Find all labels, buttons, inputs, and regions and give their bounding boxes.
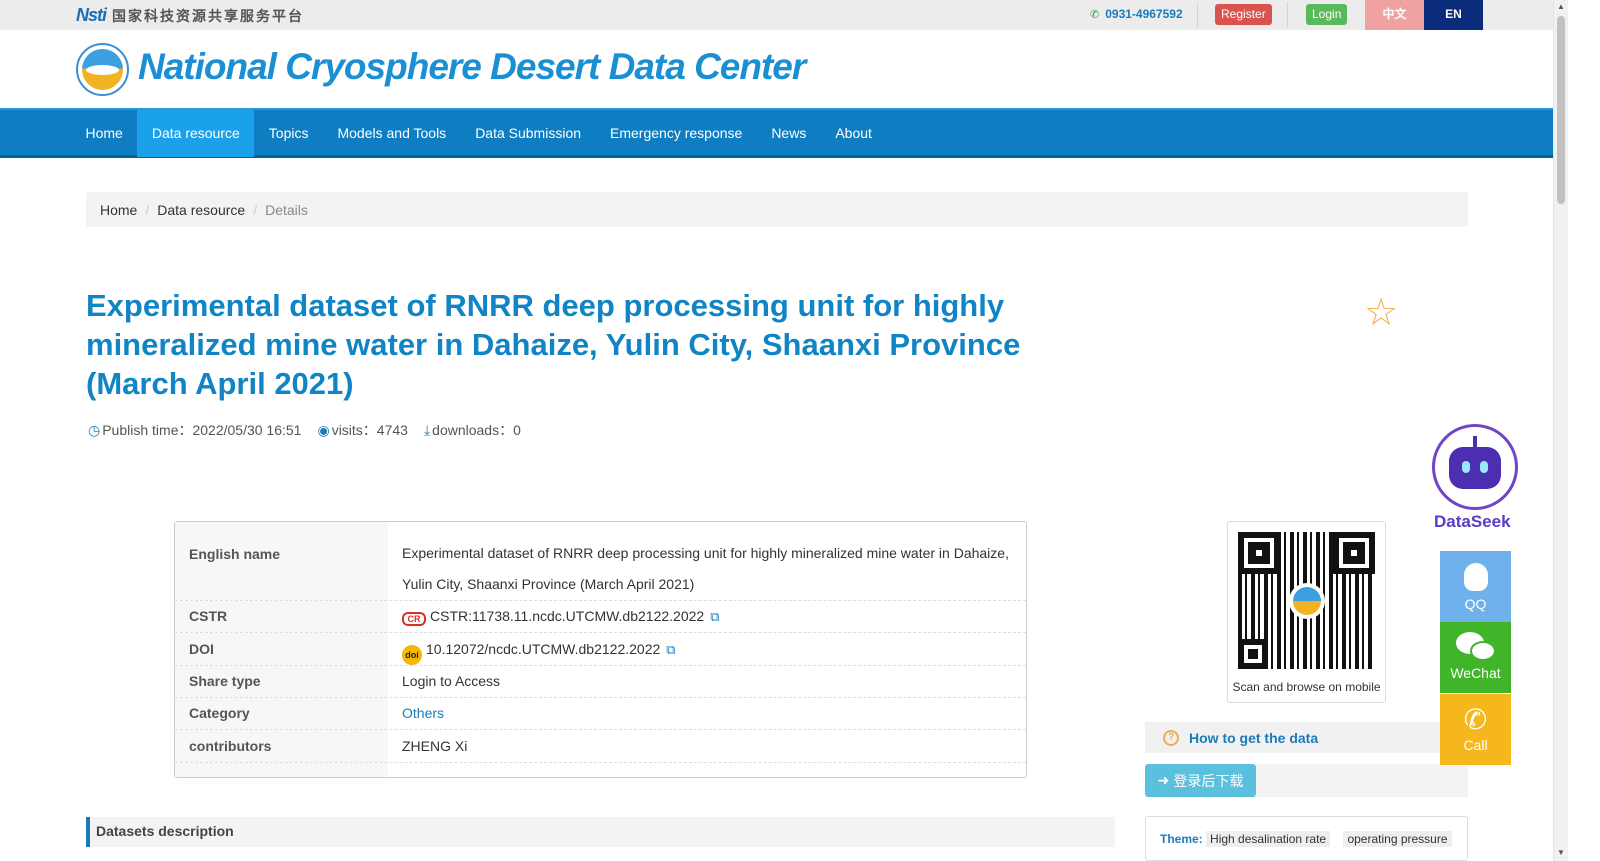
info-label: Category (175, 698, 388, 729)
dataset-meta: ◷ Publish time：2022/05/30 16:51 ◉ visits：4… (88, 420, 521, 440)
info-row-english-name: English name Experimental dataset of RNR… (175, 522, 1026, 601)
external-link-icon[interactable]: ⧉ (666, 642, 675, 657)
download-icon: ⤓ (423, 422, 431, 438)
scroll-down-arrow[interactable]: ▼ (1557, 848, 1565, 857)
visits-count: ◉ visits：4743 (317, 422, 408, 438)
info-value: Login to Access (402, 673, 501, 689)
info-value: CR CSTR:11738.11.ncdc.UTCMW.db2122.2022 ⧉ (402, 601, 1016, 632)
downloads-count: ⤓ downloads：0 (423, 422, 521, 438)
language-chinese-button[interactable]: 中文 (1365, 0, 1424, 30)
nav-item-models-and-tools[interactable]: Models and Tools (323, 110, 461, 157)
login-button[interactable]: Login (1306, 4, 1348, 25)
nav-item-news[interactable]: News (757, 110, 821, 157)
qq-contact-button[interactable]: QQ (1440, 551, 1511, 622)
breadcrumb-home[interactable]: Home (100, 202, 137, 218)
info-row-doi: DOI doi 10.12072/ncdc.UTCMW.db2122.2022 ⧉ (175, 633, 1026, 666)
info-label: DOI (175, 633, 388, 665)
info-label: Share type (175, 666, 388, 697)
eye-icon: ◉ (317, 422, 330, 438)
question-icon: ? (1163, 729, 1179, 746)
portal-name: 国家科技资源共享服务平台 (112, 8, 305, 25)
info-row-share-type: Share type Login to Access (175, 666, 1026, 698)
dataseek-label: DataSeek (1434, 512, 1511, 531)
site-header: National Cryosphere Desert Data Center (0, 30, 1553, 108)
call-contact-button[interactable]: ✆ Call (1440, 694, 1511, 765)
theme-label: Theme: (1160, 832, 1203, 846)
breadcrumb-separator: / (145, 201, 150, 218)
info-value: doi 10.12072/ncdc.UTCMW.db2122.2022 ⧉ (402, 633, 1016, 666)
qq-icon (1463, 563, 1488, 591)
wechat-contact-button[interactable]: WeChat (1440, 622, 1511, 693)
nav-item-data-resource[interactable]: Data resource (137, 110, 255, 157)
external-link-icon[interactable]: ⧉ (710, 609, 719, 624)
breadcrumb: Home / Data resource / Details (86, 192, 1468, 227)
star-icon[interactable]: ☆ (1364, 294, 1398, 332)
sign-in-icon: ➜ (1157, 772, 1170, 788)
scroll-up-arrow[interactable]: ▲ (1557, 2, 1565, 11)
wechat-icon (1455, 632, 1496, 662)
clock-icon: ◷ (88, 422, 101, 438)
mobile-qr-card: Scan and browse on mobile (1227, 521, 1386, 703)
nsti-mark: Nsti (76, 5, 107, 25)
register-button[interactable]: Register (1215, 4, 1272, 25)
info-label: CSTR (175, 601, 388, 632)
dataset-info-table: English name Experimental dataset of RNR… (174, 521, 1027, 778)
info-value: Experimental dataset of RNRR deep proces… (402, 545, 1009, 592)
info-label: English name (175, 522, 388, 600)
phone-call-icon: ✆ (1463, 704, 1488, 735)
how-to-get-data[interactable]: ? How to get the data (1145, 722, 1445, 753)
nav-item-topics[interactable]: Topics (254, 110, 323, 157)
info-row-cstr: CSTR CR CSTR:11738.11.ncdc.UTCMW.db2122.2… (175, 601, 1026, 633)
phone-icon: ✆ (1090, 8, 1100, 21)
divider (1287, 2, 1288, 28)
datasets-description-heading: Datasets description (86, 817, 1115, 847)
language-english-button[interactable]: EN (1424, 0, 1483, 30)
hotline-number: 0931-4967592 (1105, 7, 1183, 21)
download-panel (1256, 764, 1468, 797)
breadcrumb-current: Details (265, 201, 308, 218)
info-label: contributors (175, 730, 388, 762)
qr-caption: Scan and browse on mobile (1232, 680, 1381, 694)
info-row-contributors: contributors ZHENG Xi (175, 730, 1026, 763)
doi-identifier[interactable]: 10.12072/ncdc.UTCMW.db2122.2022 (426, 641, 660, 657)
doi-logo: doi (402, 645, 422, 665)
info-row-category: Category Others (175, 698, 1026, 730)
scroll-thumb[interactable] (1557, 16, 1565, 204)
main-nav: Home Data resource Topics Models and Tools D… (0, 108, 1553, 158)
top-bar: Nsti 国家科技资源共享服务平台 ✆ 0931-4967592 Registe… (0, 0, 1553, 30)
dataset-title: Experimental dataset of RNRR deep proces… (86, 288, 1021, 401)
publish-time: ◷ Publish time：2022/05/30 16:51 (88, 422, 302, 438)
cstr-logo: CR (402, 612, 426, 626)
nav-item-home[interactable]: Home (71, 110, 137, 157)
info-value: ZHENG Xi (402, 738, 468, 754)
hotline: ✆ 0931-4967592 (1090, 7, 1183, 21)
category-link[interactable]: Others (402, 698, 1016, 729)
theme-keywords: Theme: High desalination rate operating … (1145, 816, 1468, 861)
dataseek-assistant[interactable]: DataSeek (1432, 424, 1524, 532)
login-to-download-button[interactable]: ➜ 登录后下载 (1145, 764, 1256, 797)
theme-tag[interactable]: High desalination rate (1206, 831, 1331, 847)
info-row-spacer (175, 763, 1026, 777)
qr-code (1238, 532, 1375, 669)
breadcrumb-data-resource[interactable]: Data resource (157, 202, 245, 218)
site-title[interactable]: National Cryosphere Desert Data Center (138, 46, 806, 88)
theme-tag[interactable]: operating pressure (1343, 831, 1452, 847)
robot-icon (1432, 424, 1518, 510)
nsti-portal-logo[interactable]: Nsti 国家科技资源共享服务平台 (76, 5, 304, 26)
nav-item-emergency-response[interactable]: Emergency response (596, 110, 757, 157)
page-scrollbar[interactable]: ▲ ▼ (1553, 0, 1568, 861)
nav-item-about[interactable]: About (821, 110, 887, 157)
cstr-identifier[interactable]: CSTR:11738.11.ncdc.UTCMW.db2122.2022 (430, 608, 704, 624)
breadcrumb-separator: / (253, 201, 258, 218)
divider (1197, 2, 1198, 28)
nav-item-data-submission[interactable]: Data Submission (461, 110, 596, 157)
center-logo[interactable] (76, 43, 129, 96)
